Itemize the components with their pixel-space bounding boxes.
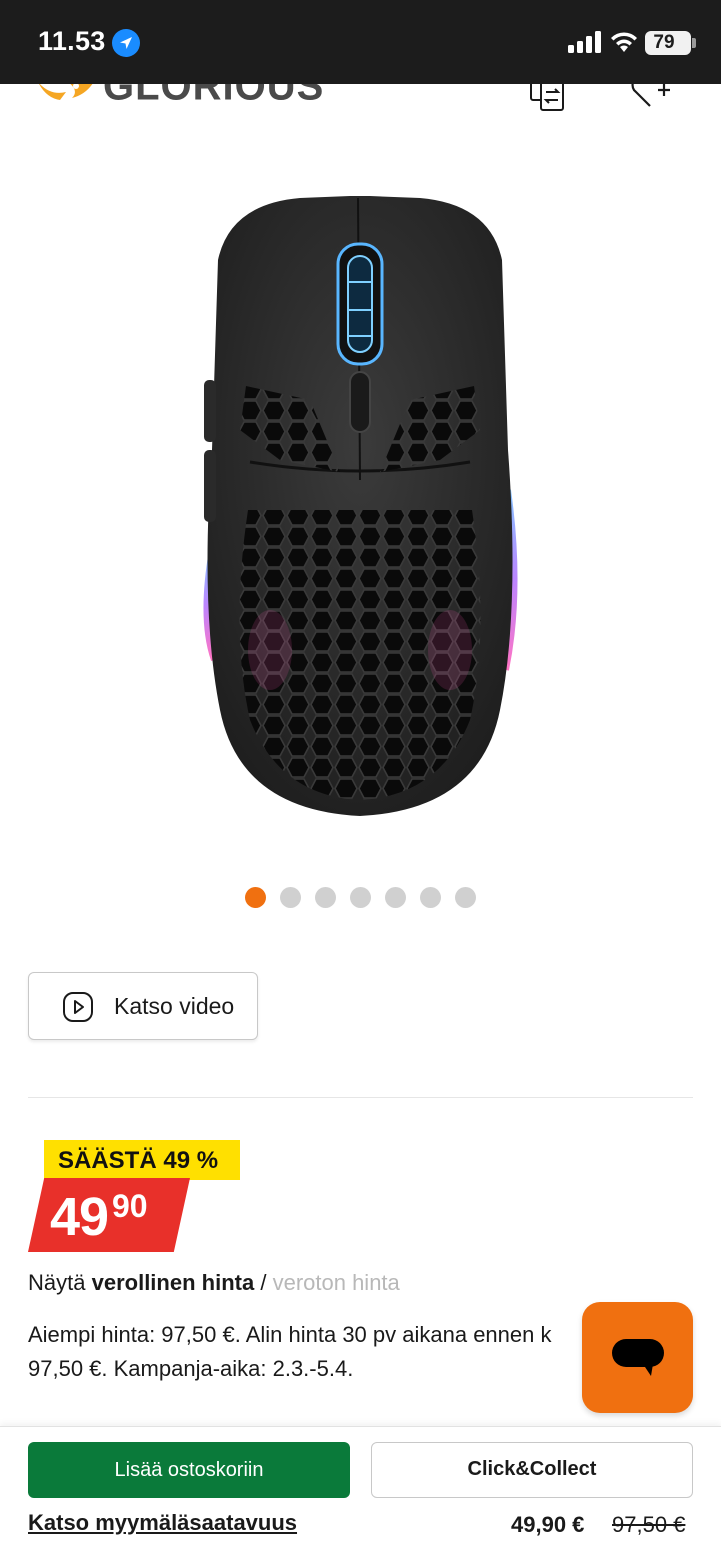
carousel-dot[interactable]	[455, 887, 476, 908]
tax-toggle-prefix: Näytä	[28, 1270, 86, 1295]
incl-tax-option[interactable]: verollinen hinta	[92, 1270, 255, 1295]
brand-logo-icon[interactable]	[36, 84, 98, 106]
location-arrow-icon	[112, 29, 140, 57]
image-carousel-dots	[245, 887, 476, 909]
wishlist-add-icon[interactable]	[628, 84, 674, 110]
excl-tax-option[interactable]: veroton hinta	[273, 1270, 400, 1295]
price-tag: 49 90	[28, 1178, 190, 1252]
old-price: 97,50 €	[612, 1512, 686, 1537]
watch-video-button[interactable]: Katso video	[28, 972, 258, 1040]
store-availability-link[interactable]: Katso myymäläsaatavuus	[28, 1510, 297, 1536]
price-integer: 49	[50, 1187, 109, 1247]
product-image[interactable]	[190, 190, 530, 830]
price-decimals: 90	[112, 1188, 148, 1224]
chat-button[interactable]	[582, 1302, 693, 1413]
add-to-cart-button[interactable]: Lisää ostoskoriin	[28, 1442, 350, 1498]
battery-icon: 79	[645, 31, 691, 55]
chat-bubble-icon	[612, 1339, 664, 1376]
status-time: 11.53	[38, 26, 106, 56]
carousel-dot[interactable]	[350, 887, 371, 908]
tax-toggle-separator: /	[260, 1270, 267, 1295]
bottom-action-bar: Lisää ostoskoriin Click&Collect Katso my…	[0, 1426, 721, 1560]
discount-label: SÄÄSTÄ 49 %	[58, 1147, 219, 1174]
carousel-dot[interactable]	[385, 887, 406, 908]
carousel-dot[interactable]	[245, 887, 266, 908]
carousel-dot[interactable]	[315, 887, 336, 908]
carousel-dot[interactable]	[420, 887, 441, 908]
play-icon	[63, 992, 93, 1022]
status-bar: 11.53 79	[0, 0, 721, 84]
click-collect-button[interactable]: Click&Collect	[371, 1442, 693, 1498]
brand-logo-text[interactable]: GLORIOUS	[103, 84, 324, 110]
battery-level: 79	[653, 32, 675, 53]
site-header: GLORIOUS	[0, 84, 721, 124]
tax-price-toggle: Näytä verollinen hinta / veroton hinta	[28, 1270, 400, 1296]
cellular-signal-icon	[568, 31, 601, 53]
watch-video-label: Katso video	[114, 993, 235, 1019]
compare-icon[interactable]	[527, 84, 567, 112]
battery-cap	[692, 38, 696, 48]
carousel-dot[interactable]	[280, 887, 301, 908]
current-price: 49,90 €	[511, 1512, 585, 1537]
wifi-icon	[611, 32, 637, 52]
section-divider	[28, 1097, 693, 1098]
discount-badge: SÄÄSTÄ 49 %	[44, 1140, 240, 1180]
